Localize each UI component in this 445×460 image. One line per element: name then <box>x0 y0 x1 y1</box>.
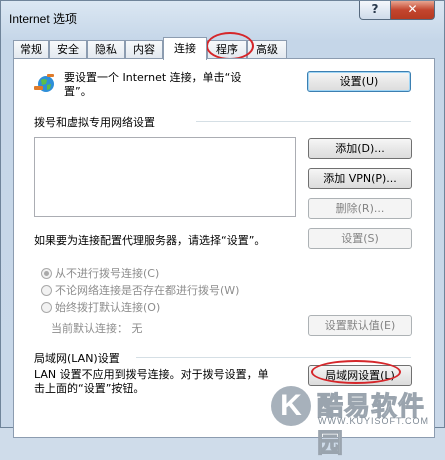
setup-text-line2: 置”。 <box>64 85 92 98</box>
set-default-button[interactable]: 设置默认值(E) <box>308 315 412 336</box>
delete-button[interactable]: 删除(R)... <box>308 198 412 219</box>
close-icon: ✕ <box>407 2 418 16</box>
site-watermark: K 酷易软件园 WWW.KUYISOFT.COM <box>271 384 445 460</box>
proxy-instruction: 如果要为连接配置代理服务器，请选择“设置”。 <box>34 234 266 247</box>
tab-privacy[interactable]: 隐私 <box>87 40 125 59</box>
title-bar[interactable]: Internet 选项 ? ✕ <box>1 1 445 31</box>
radio-dial-no-network[interactable]: 不论网络连接是否存在都进行拨号(W) <box>41 282 240 297</box>
current-default-value: 无 <box>131 322 143 335</box>
dialup-connections-list[interactable] <box>34 137 296 217</box>
window-title: Internet 选项 <box>9 12 78 26</box>
add-vpn-button[interactable]: 添加 VPN(P)... <box>308 168 412 189</box>
setup-button[interactable]: 设置(U) <box>307 71 411 92</box>
dialup-divider <box>196 121 411 122</box>
lan-text-line1: LAN 设置不应用到拨号连接。对于拨号设置，单 <box>34 368 269 381</box>
radio-never-dial-label: 从不进行拨号连接(C) <box>55 267 160 280</box>
tab-programs[interactable]: 程序 <box>207 40 247 59</box>
tab-content[interactable]: 内容 <box>125 40 163 59</box>
setup-text-line1: 要设置一个 Internet 连接，单击“设 <box>64 71 242 84</box>
current-default-label: 当前默认连接： <box>51 322 128 335</box>
radio-always-dial[interactable]: 始终拨打默认连接(O) <box>41 299 161 314</box>
setup-description: 要设置一个 Internet 连接，单击“设 置”。 <box>64 71 241 99</box>
network-globe-icon <box>34 74 54 92</box>
radio-dial-no-network-label: 不论网络连接是否存在都进行拨号(W) <box>55 284 240 297</box>
connections-panel: 要设置一个 Internet 连接，单击“设 置”。 设置(U) 拨号和虚拟专用… <box>13 58 435 438</box>
radio-always-dial-label: 始终拨打默认连接(O) <box>55 301 161 314</box>
tab-connections[interactable]: 连接 <box>163 37 207 60</box>
dialup-section-title: 拨号和虚拟专用网络设置 <box>34 116 155 129</box>
lan-description: LAN 设置不应用到拨号连接。对于拨号设置，单 击上面的“设置”按钮。 <box>34 368 269 396</box>
internet-options-window: Internet 选项 ? ✕ 常规 安全 隐私 内容 连接 程序 高级 要设置… <box>0 0 445 460</box>
dialup-settings-button[interactable]: 设置(S) <box>308 228 412 249</box>
current-default: 当前默认连接： 无 <box>51 320 143 336</box>
close-button[interactable]: ✕ <box>390 1 435 20</box>
radio-checked-icon <box>41 268 52 279</box>
tab-general[interactable]: 常规 <box>13 40 49 59</box>
help-button[interactable]: ? <box>359 1 391 20</box>
tab-advanced[interactable]: 高级 <box>247 40 287 59</box>
watermark-logo: K <box>271 386 311 426</box>
radio-icon <box>41 285 52 296</box>
tab-security[interactable]: 安全 <box>49 40 87 59</box>
lan-text-line2: 击上面的“设置”按钮。 <box>34 382 145 395</box>
add-button[interactable]: 添加(D)... <box>308 138 412 159</box>
radio-icon <box>41 302 52 313</box>
lan-settings-button[interactable]: 局域网设置(L) <box>308 365 412 386</box>
lan-divider <box>136 357 411 358</box>
tab-strip: 常规 安全 隐私 内容 连接 程序 高级 <box>13 37 433 60</box>
watermark-url: WWW.KUYISOFT.COM <box>318 416 429 426</box>
lan-section-title: 局域网(LAN)设置 <box>34 352 120 365</box>
radio-never-dial[interactable]: 从不进行拨号连接(C) <box>41 265 160 280</box>
